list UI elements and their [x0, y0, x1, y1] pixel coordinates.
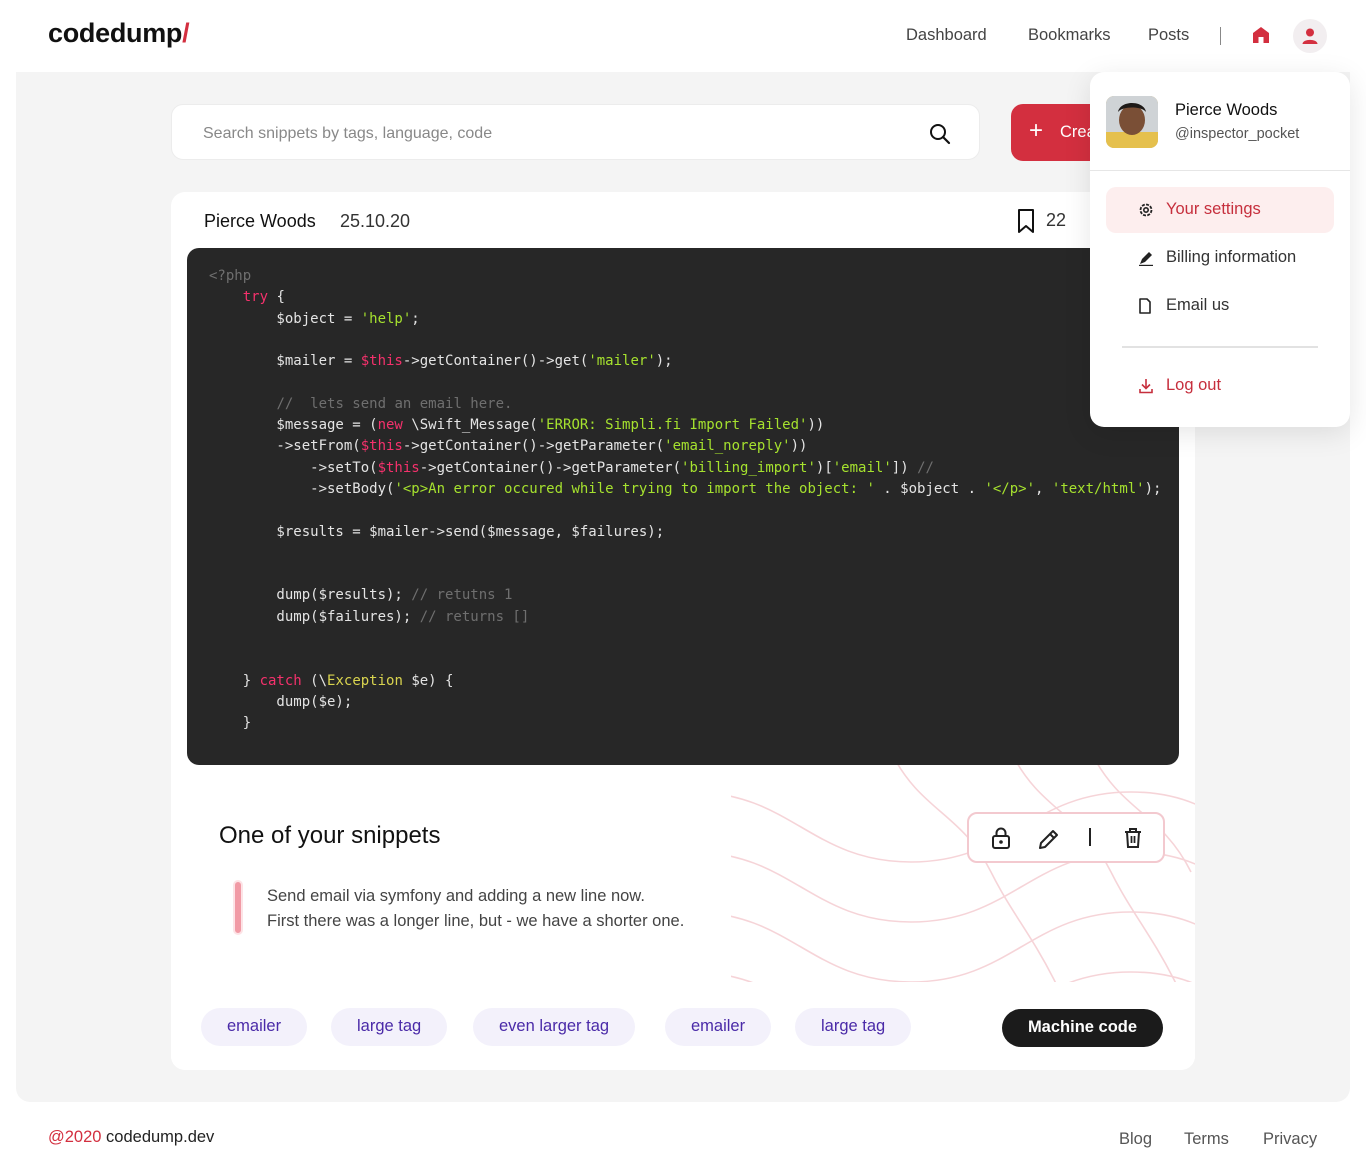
code-line: $results = $mailer->send($message, $fail…: [209, 523, 665, 540]
menu-item-settings[interactable]: Your settings: [1106, 187, 1334, 233]
menu-item-label: Email us: [1166, 296, 1230, 314]
footer-link-privacy[interactable]: Privacy: [1263, 1130, 1317, 1149]
user-menu-button[interactable]: [1293, 19, 1327, 53]
top-bar: codedump/ Dashboard Bookmarks Posts: [0, 0, 1366, 72]
nav-divider: [1220, 27, 1221, 45]
description-quote-bar: [233, 880, 243, 935]
tag-chip[interactable]: even larger tag: [473, 1008, 636, 1046]
code-line: // lets send an email here.: [276, 395, 513, 412]
snippet-title: One of your snippets: [219, 822, 441, 849]
code-line: $object = 'help';: [209, 310, 420, 327]
code-block[interactable]: <?php try { $object = 'help'; $mailer = …: [187, 248, 1179, 765]
download-icon: [1139, 379, 1153, 394]
language-badge[interactable]: Machine code: [1002, 1009, 1163, 1047]
logo-text: codedump: [48, 18, 183, 48]
code-line: $mailer = $this->getContainer()->get('ma…: [209, 353, 673, 370]
dropdown-divider: [1090, 170, 1350, 171]
gear-icon: [1139, 203, 1153, 217]
code-line: ->setTo($this->getContainer()->getParame…: [209, 459, 934, 476]
code-line: dump($e);: [209, 693, 353, 710]
logo[interactable]: codedump/: [48, 18, 190, 49]
code-line: dump($results); // retutns 1: [209, 587, 513, 604]
home-icon[interactable]: [1252, 26, 1272, 46]
menu-item-label: Billing information: [1166, 248, 1297, 266]
lock-icon[interactable]: [991, 827, 1011, 849]
actions-divider: [1089, 828, 1091, 846]
footer-link-blog[interactable]: Blog: [1119, 1130, 1152, 1149]
code-line: ->setFrom($this->getContainer()->getPara…: [209, 438, 808, 455]
search-icon[interactable]: [929, 123, 951, 145]
trash-icon[interactable]: [1123, 827, 1143, 849]
footer-copyright: @2020 codedump.dev: [48, 1128, 214, 1147]
edit-icon[interactable]: [1037, 827, 1061, 851]
snippet-actions: [967, 812, 1165, 863]
menu-item-email[interactable]: Email us: [1106, 283, 1334, 329]
snippet-author[interactable]: Pierce Woods: [204, 211, 316, 232]
code-line: } catch (\Exception $e) {: [209, 672, 454, 689]
bookmark-count: 22: [1046, 210, 1067, 230]
bookmark-icon[interactable]: [1016, 208, 1036, 234]
code-line: ->setBody('<p>An error occured while try…: [209, 480, 1162, 497]
user-icon: [1302, 28, 1318, 44]
tag-chip[interactable]: emailer: [665, 1008, 772, 1046]
description-line: Send email via symfony and adding a new …: [267, 887, 645, 905]
user-dropdown: Pierce Woods @inspector_pocket Your sett…: [1090, 72, 1350, 427]
pen-icon: [1139, 252, 1153, 266]
snippet-description: Send email via symfony and adding a new …: [267, 884, 684, 934]
menu-item-logout[interactable]: Log out: [1106, 363, 1334, 409]
nav-bookmarks[interactable]: Bookmarks: [1028, 26, 1111, 45]
avatar: [1106, 96, 1158, 148]
search-input[interactable]: Search snippets by tags, language, code: [203, 125, 492, 143]
code-line: }: [209, 715, 252, 732]
plus-icon: +: [1029, 117, 1044, 144]
search-bar[interactable]: Search snippets by tags, language, code: [171, 104, 980, 160]
nav-posts[interactable]: Posts: [1148, 26, 1189, 45]
code-line: $message = (new \Swift_Message('ERROR: S…: [209, 417, 825, 434]
dropdown-divider: [1122, 346, 1318, 348]
tag-chip[interactable]: large tag: [331, 1008, 448, 1046]
snippet-card: Pierce Woods 25.10.20 22 <?php try { $ob…: [171, 192, 1195, 1070]
tag-chip[interactable]: large tag: [795, 1008, 912, 1046]
code-line: dump($failures); // returns []: [209, 608, 530, 625]
code-line: <?php: [209, 268, 252, 284]
dropdown-user-name: Pierce Woods: [1175, 101, 1278, 119]
nav-dashboard[interactable]: Dashboard: [906, 26, 987, 45]
document-icon: [1139, 298, 1151, 314]
footer-site: codedump.dev: [101, 1128, 215, 1146]
description-line: First there was a longer line, but - we …: [267, 912, 685, 930]
menu-item-label: Log out: [1166, 376, 1222, 394]
tag-chip[interactable]: emailer: [201, 1008, 308, 1046]
footer-link-terms[interactable]: Terms: [1184, 1130, 1229, 1149]
menu-item-billing[interactable]: Billing information: [1106, 235, 1334, 281]
menu-item-label: Your settings: [1166, 200, 1261, 218]
dropdown-user-handle: @inspector_pocket: [1175, 126, 1300, 142]
tags-row: emailer large tag even larger tag emaile…: [171, 982, 1195, 1070]
footer-year: @2020: [48, 1128, 102, 1146]
code-line: try {: [242, 289, 285, 306]
logo-slash: /: [182, 18, 190, 48]
snippet-date: 25.10.20: [340, 211, 411, 231]
